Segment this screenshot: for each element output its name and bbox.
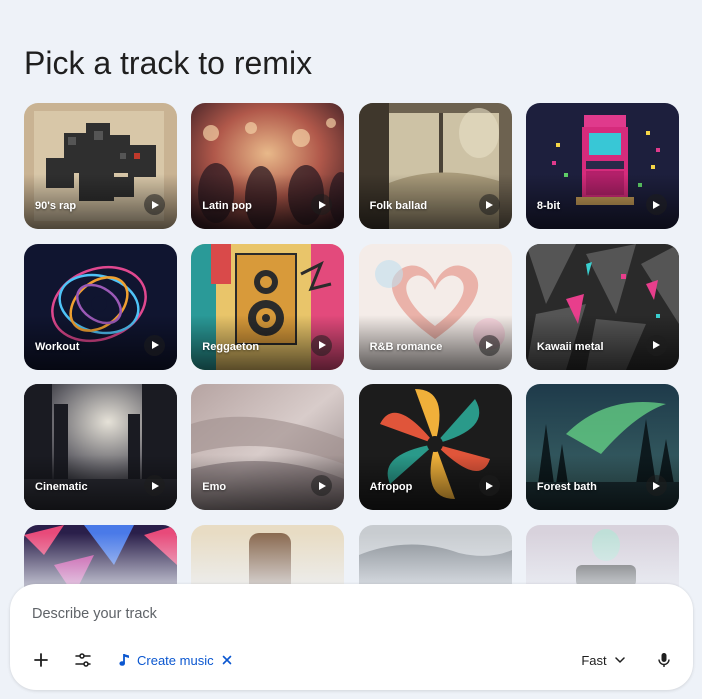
mode-selector[interactable]: Fast xyxy=(572,646,634,674)
play-icon[interactable] xyxy=(144,475,165,496)
track-card[interactable] xyxy=(191,524,345,593)
track-label: Kawaii metal xyxy=(536,340,604,353)
tune-icon xyxy=(75,653,91,667)
track-card-workout[interactable]: Workout xyxy=(24,243,177,370)
track-card-8-bit[interactable]: 8-bit xyxy=(525,103,679,229)
prompt-composer: Create music Fast xyxy=(10,584,693,690)
track-card[interactable] xyxy=(358,524,512,593)
play-icon[interactable] xyxy=(478,194,500,215)
music-note-icon xyxy=(119,654,129,666)
play-icon[interactable] xyxy=(645,334,667,356)
play-icon[interactable] xyxy=(478,475,500,496)
track-label: 90's rap xyxy=(35,200,77,212)
track-artwork xyxy=(24,524,177,593)
play-icon[interactable] xyxy=(645,194,667,215)
track-card-rnb-romance[interactable]: R&B romance xyxy=(358,243,512,370)
track-label: Latin pop xyxy=(202,200,252,212)
track-label: Emo xyxy=(202,481,227,493)
track-label: R&B romance xyxy=(369,340,443,353)
track-artwork xyxy=(191,524,345,593)
prompt-input[interactable] xyxy=(32,604,632,624)
microphone-button[interactable] xyxy=(650,646,678,674)
track-card-emo[interactable]: Emo xyxy=(191,384,345,510)
plus-icon xyxy=(34,653,48,667)
play-icon[interactable] xyxy=(311,334,333,356)
track-label: Folk ballad xyxy=(369,200,428,212)
play-icon[interactable] xyxy=(478,334,500,356)
mic-icon xyxy=(658,653,670,667)
create-music-chip[interactable]: Create music xyxy=(113,646,238,674)
track-label: Afropop xyxy=(369,481,413,493)
track-artwork xyxy=(358,524,512,593)
play-icon[interactable] xyxy=(645,475,667,496)
track-gallery: 90's rap Latin pop Folk ballad 8-bit Wor… xyxy=(24,103,684,593)
track-card-latin-pop[interactable]: Latin pop xyxy=(191,103,345,229)
track-label: 8-bit xyxy=(536,200,561,212)
track-card-forest-bath[interactable]: Forest bath xyxy=(525,384,679,510)
track-card-90s-rap[interactable]: 90's rap xyxy=(24,103,177,229)
track-card[interactable] xyxy=(24,524,177,593)
close-icon[interactable] xyxy=(222,655,232,665)
track-card[interactable] xyxy=(525,524,679,593)
chevron-down-icon xyxy=(614,657,625,663)
play-icon[interactable] xyxy=(144,194,165,215)
track-card-kawaii-metal[interactable]: Kawaii metal xyxy=(525,243,679,370)
mode-label: Fast xyxy=(581,652,607,668)
tools-button[interactable] xyxy=(69,646,97,674)
track-label: Cinematic xyxy=(35,481,88,493)
track-card-cinematic[interactable]: Cinematic xyxy=(24,384,177,510)
chip-label: Create music xyxy=(137,652,214,668)
track-card-afropop[interactable]: Afropop xyxy=(358,384,512,510)
track-card-reggaeton[interactable]: Reggaeton xyxy=(191,243,345,370)
track-artwork xyxy=(525,524,679,593)
track-label: Workout xyxy=(35,340,80,353)
track-label: Reggaeton xyxy=(202,340,260,353)
track-label: Forest bath xyxy=(536,481,597,493)
page-title: Pick a track to remix xyxy=(24,45,313,81)
track-card-folk-ballad[interactable]: Folk ballad xyxy=(358,103,512,229)
add-button[interactable] xyxy=(27,646,55,674)
play-icon[interactable] xyxy=(144,334,165,356)
